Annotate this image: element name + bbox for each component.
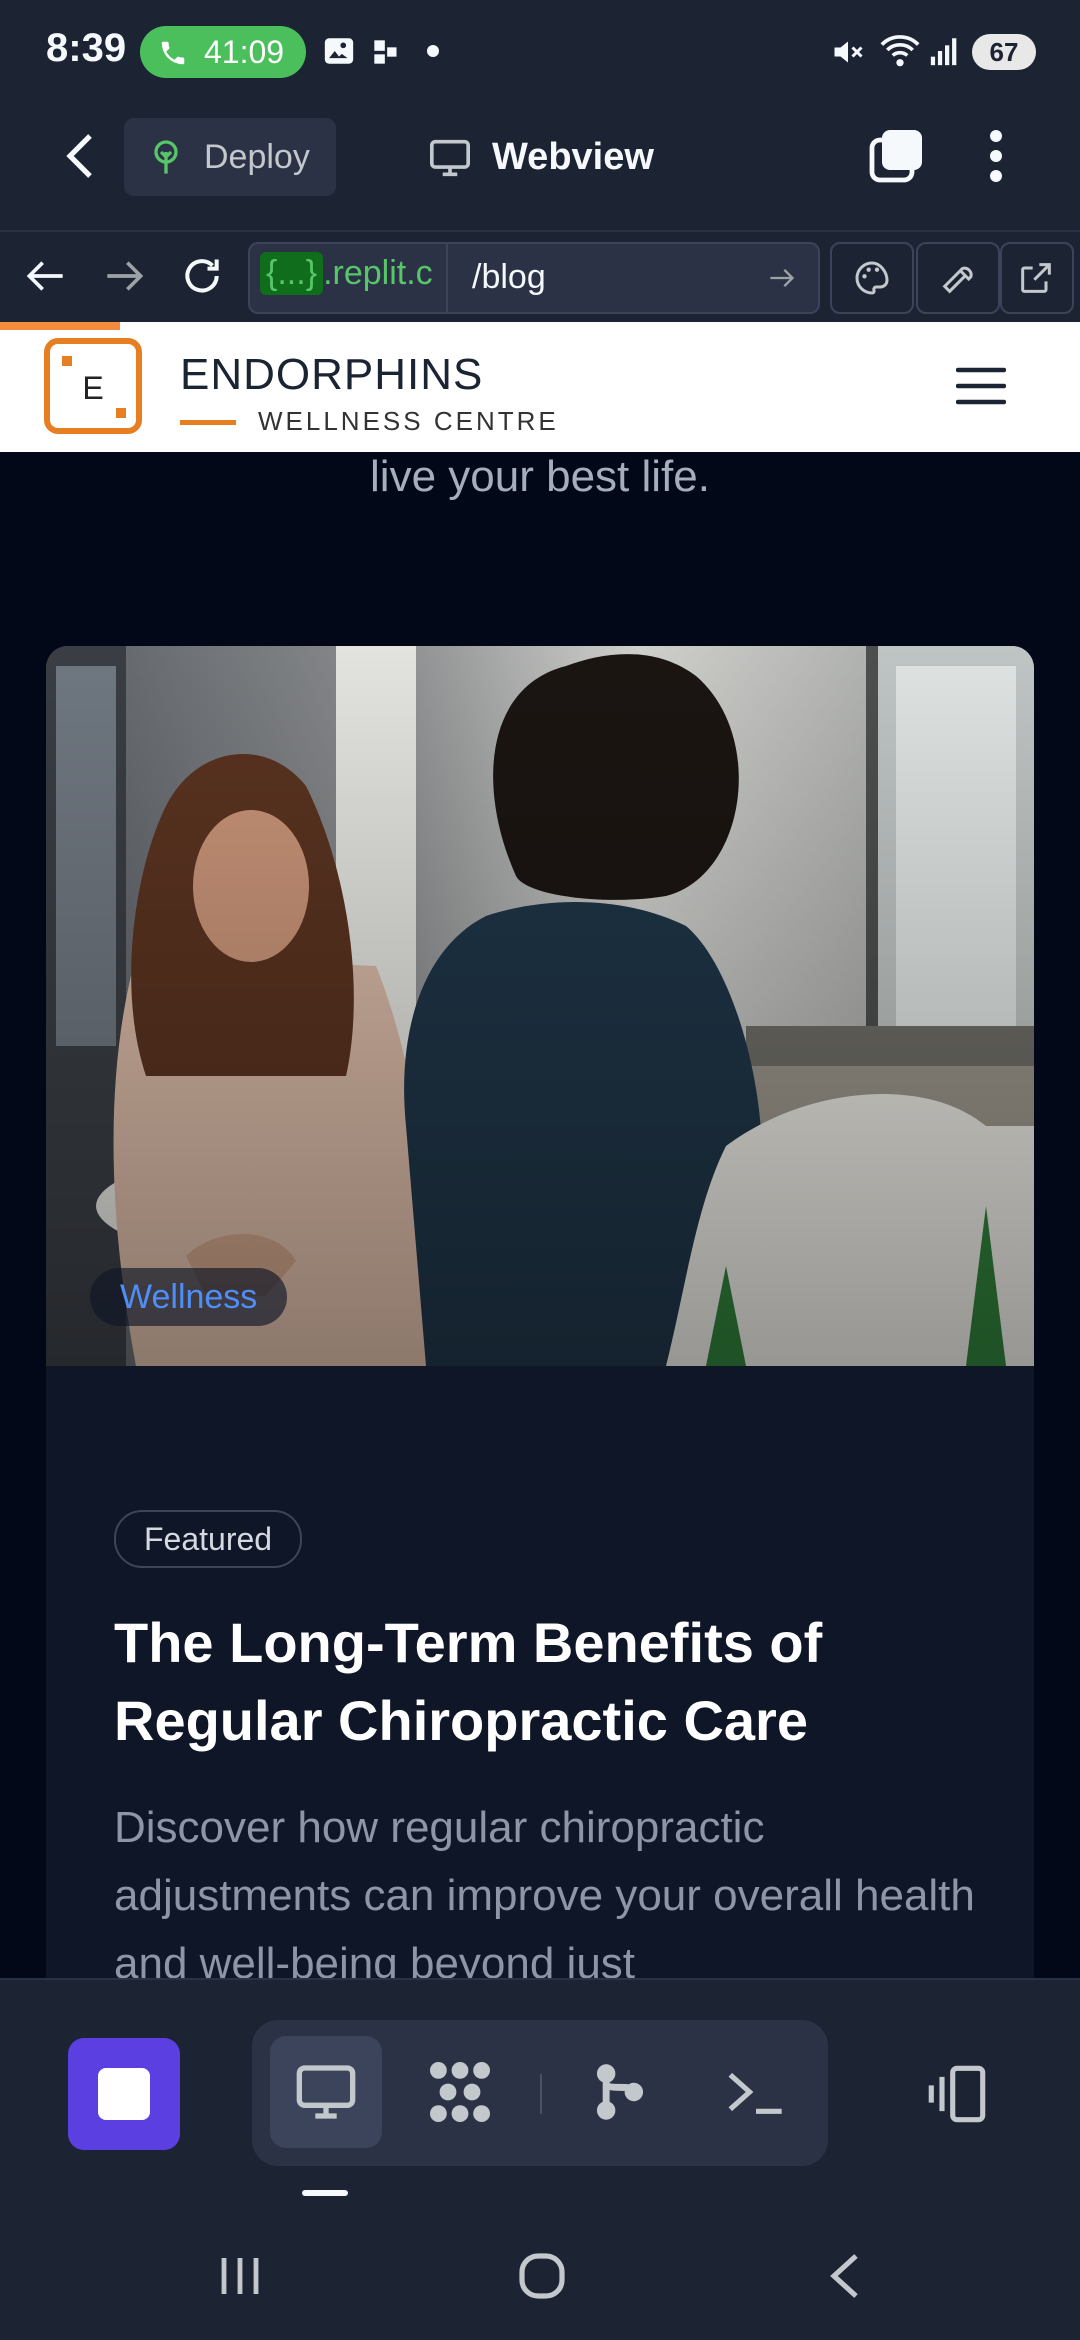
external-link-icon — [1021, 263, 1051, 293]
deploy-button[interactable]: Deploy — [124, 118, 336, 196]
nav-forward-icon[interactable] — [104, 258, 144, 294]
deploy-label: Deploy — [204, 138, 310, 176]
post-image — [46, 646, 1034, 1366]
brand-name[interactable]: ENDORPHINS — [180, 350, 483, 400]
app-icon — [374, 40, 397, 64]
home-icon[interactable] — [516, 2250, 568, 2302]
url-field[interactable]: {...} .replit.c /blog — [248, 242, 820, 314]
url-host-braces: {...} — [260, 252, 324, 295]
deploy-icon — [154, 140, 178, 174]
image-icon — [324, 38, 354, 64]
wrench-icon — [942, 266, 973, 294]
nav-back-icon[interactable] — [26, 258, 66, 294]
logo-letter: E — [82, 370, 104, 406]
agent-icon — [430, 2062, 490, 2122]
category-tag[interactable]: Wellness — [90, 1268, 288, 1326]
featured-badge: Featured — [114, 1510, 303, 1568]
back-icon[interactable] — [60, 132, 100, 180]
reload-icon[interactable] — [180, 254, 224, 298]
monitor-icon — [430, 139, 470, 177]
webview-title-text: Webview — [492, 136, 654, 178]
system-back-icon[interactable] — [826, 2250, 862, 2302]
page-load-progress — [0, 322, 120, 330]
go-arrow-icon[interactable] — [768, 266, 796, 290]
url-host-text: .replit.c — [323, 254, 433, 292]
phone-icon — [161, 41, 185, 65]
brand-underline — [180, 420, 236, 425]
logo-accent-dot — [116, 408, 126, 418]
logo-accent-dot — [62, 356, 72, 366]
url-path[interactable]: /blog — [472, 258, 546, 297]
tabs-icon[interactable] — [866, 126, 926, 186]
post-title[interactable]: The Long-Term Benefits of Regular Chirop… — [114, 1604, 994, 1760]
webview-tool-button[interactable] — [270, 2036, 382, 2148]
shell-tool-button[interactable] — [698, 2036, 810, 2148]
git-tool-button[interactable] — [562, 2036, 674, 2148]
dot-icon — [427, 45, 439, 57]
mute-icon — [834, 41, 863, 63]
devtools-button[interactable] — [830, 242, 914, 314]
blog-page: live your best life. Wellness Featured T… — [0, 452, 1080, 1978]
stop-button[interactable] — [68, 2038, 180, 2150]
tool-divider — [540, 2074, 542, 2114]
monitor-icon — [296, 2065, 356, 2119]
hamburger-menu-icon[interactable] — [956, 366, 1006, 406]
url-separator — [446, 244, 448, 312]
battery-indicator: 67 — [972, 34, 1036, 70]
workspace-tool-button[interactable] — [404, 2036, 516, 2148]
call-timer: 41:09 — [204, 34, 285, 70]
site-logo[interactable]: E — [44, 338, 142, 434]
active-tool-indicator — [302, 2190, 348, 2196]
tools-button[interactable] — [916, 242, 1000, 314]
wifi-icon — [880, 35, 920, 67]
signal-icon — [930, 38, 957, 66]
brand-subtitle: WELLNESS CENTRE — [258, 406, 559, 436]
call-timer-pill[interactable]: 41:09 — [140, 26, 306, 78]
more-options-icon[interactable] — [984, 126, 1008, 186]
post-excerpt: Discover how regular chiropractic adjust… — [114, 1803, 975, 1978]
featured-post-card[interactable]: Wellness Featured The Long-Term Benefits… — [46, 646, 1034, 1978]
status-time: 8:39 — [46, 26, 127, 70]
hero-text-tail: live your best life. — [370, 452, 710, 501]
stop-icon — [98, 2068, 150, 2120]
open-external-button[interactable] — [1000, 242, 1074, 314]
layout-toggle-icon[interactable] — [924, 2064, 990, 2124]
palette-icon — [855, 261, 889, 295]
url-host: {...} .replit.c — [260, 252, 433, 300]
recent-apps-icon[interactable] — [216, 2254, 264, 2298]
git-icon — [596, 2064, 644, 2120]
terminal-icon — [728, 2072, 782, 2114]
